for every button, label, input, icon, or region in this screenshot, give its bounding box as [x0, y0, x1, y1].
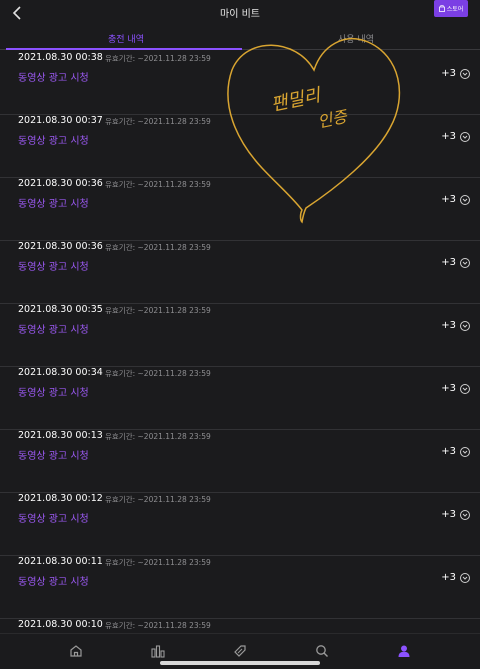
charge-date: 2021.08.30 00:36: [18, 241, 103, 252]
chart-icon: [151, 645, 165, 658]
beat-coin-icon: [460, 383, 470, 394]
charge-date: 2021.08.30 00:36: [18, 178, 103, 189]
amount-value: +3: [441, 320, 456, 331]
charge-amount: +3: [441, 320, 470, 331]
list-item[interactable]: 2021.08.30 00:11 유효기간: ~2021.11.28 23:59…: [0, 556, 480, 619]
charge-description: 동영상 광고 시청: [18, 451, 89, 462]
charge-amount: +3: [441, 131, 470, 142]
expiry-text: 유효기간: ~2021.11.28 23:59: [105, 54, 211, 63]
charge-amount: +3: [441, 257, 470, 268]
store-label: 스토어: [446, 6, 464, 13]
list-item[interactable]: 2021.08.30 00:36 유효기간: ~2021.11.28 23:59…: [0, 178, 480, 241]
charge-amount: +3: [441, 68, 470, 79]
nav-tag[interactable]: [230, 642, 250, 660]
charge-description: 동영상 광고 시청: [18, 73, 89, 84]
home-indicator: [160, 661, 320, 665]
charge-description: 동영상 광고 시청: [18, 262, 89, 273]
list-item[interactable]: 2021.08.30 00:38 유효기간: ~2021.11.28 23:59…: [0, 52, 480, 115]
charge-date: 2021.08.30 00:10: [18, 619, 103, 630]
expiry-text: 유효기간: ~2021.11.28 23:59: [105, 621, 211, 630]
expiry-text: 유효기간: ~2021.11.28 23:59: [105, 306, 211, 315]
beat-coin-icon: [460, 68, 470, 79]
charge-date: 2021.08.30 00:13: [18, 430, 103, 441]
beat-coin-icon: [460, 509, 470, 520]
list-item[interactable]: 2021.08.30 00:12 유효기간: ~2021.11.28 23:59…: [0, 493, 480, 556]
charge-description: 동영상 광고 시청: [18, 136, 89, 147]
bottom-navigation: [0, 633, 480, 669]
charge-amount: +3: [441, 383, 470, 394]
expiry-text: 유효기간: ~2021.11.28 23:59: [105, 495, 211, 504]
amount-value: +3: [441, 68, 456, 79]
beat-coin-icon: [460, 572, 470, 583]
nav-search[interactable]: [312, 642, 332, 660]
list-item[interactable]: 2021.08.30 00:36 유효기간: ~2021.11.28 23:59…: [0, 241, 480, 304]
expiry-text: 유효기간: ~2021.11.28 23:59: [105, 180, 211, 189]
charge-description: 동영상 광고 시청: [18, 388, 89, 399]
page-title: 마이 비트: [220, 9, 260, 20]
charge-date: 2021.08.30 00:34: [18, 367, 103, 378]
active-tab-indicator: [6, 48, 242, 50]
amount-value: +3: [441, 383, 456, 394]
list-item[interactable]: 2021.08.30 00:35 유효기간: ~2021.11.28 23:59…: [0, 304, 480, 367]
history-tabs: 충전 내역 사용 내역: [0, 30, 480, 50]
list-item[interactable]: 2021.08.30 00:37 유효기간: ~2021.11.28 23:59…: [0, 115, 480, 178]
search-icon: [316, 645, 328, 657]
charge-date: 2021.08.30 00:11: [18, 556, 103, 567]
charge-date: 2021.08.30 00:12: [18, 493, 103, 504]
amount-value: +3: [441, 572, 456, 583]
amount-value: +3: [441, 509, 456, 520]
tab-charge-history[interactable]: 충전 내역: [108, 32, 144, 45]
charge-date: 2021.08.30 00:35: [18, 304, 103, 315]
store-button[interactable]: 스토어: [434, 0, 468, 17]
charge-description: 동영상 광고 시청: [18, 325, 89, 336]
expiry-text: 유효기간: ~2021.11.28 23:59: [105, 432, 211, 441]
charge-description: 동영상 광고 시청: [18, 577, 89, 588]
amount-value: +3: [441, 131, 456, 142]
beat-coin-icon: [460, 194, 470, 205]
amount-value: +3: [441, 257, 456, 268]
charge-description: 동영상 광고 시청: [18, 199, 89, 210]
shopping-bag-icon: [438, 5, 445, 12]
charge-date: 2021.08.30 00:37: [18, 115, 103, 126]
beat-coin-icon: [460, 320, 470, 331]
charge-amount: +3: [441, 446, 470, 457]
beat-coin-icon: [460, 446, 470, 457]
charge-description: 동영상 광고 시청: [18, 514, 89, 525]
expiry-text: 유효기간: ~2021.11.28 23:59: [105, 369, 211, 378]
charge-date: 2021.08.30 00:38: [18, 52, 103, 63]
amount-value: +3: [441, 446, 456, 457]
tab-usage-history[interactable]: 사용 내역: [338, 32, 374, 45]
nav-home[interactable]: [66, 642, 86, 660]
beat-coin-icon: [460, 131, 470, 142]
nav-profile[interactable]: [394, 642, 414, 660]
charge-amount: +3: [441, 572, 470, 583]
tag-icon: [234, 645, 246, 657]
expiry-text: 유효기간: ~2021.11.28 23:59: [105, 243, 211, 252]
profile-icon: [398, 645, 410, 657]
home-icon: [70, 645, 82, 657]
expiry-text: 유효기간: ~2021.11.28 23:59: [105, 558, 211, 567]
list-item[interactable]: 2021.08.30 00:34 유효기간: ~2021.11.28 23:59…: [0, 367, 480, 430]
list-item[interactable]: 2021.08.30 00:13 유효기간: ~2021.11.28 23:59…: [0, 430, 480, 493]
nav-chart[interactable]: [148, 642, 168, 660]
beat-coin-icon: [460, 257, 470, 268]
expiry-text: 유효기간: ~2021.11.28 23:59: [105, 117, 211, 126]
amount-value: +3: [441, 194, 456, 205]
charge-amount: +3: [441, 194, 470, 205]
app-header: 마이 비트 스토어: [0, 0, 480, 28]
charge-amount: +3: [441, 509, 470, 520]
